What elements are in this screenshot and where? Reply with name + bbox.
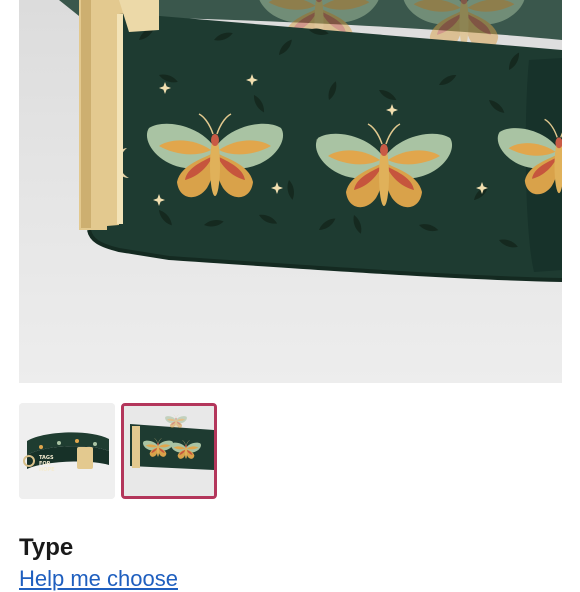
help-me-choose-link[interactable]: Help me choose — [19, 566, 178, 592]
thumbnail-2-selected[interactable] — [121, 403, 217, 499]
thumbnail-brand-line-3: HOPE — [39, 467, 55, 473]
collar-closeup-thumbnail — [124, 406, 214, 496]
butterfly-collar-photo — [59, 0, 562, 282]
main-product-image[interactable] — [19, 0, 562, 383]
collar-thumbnail: TAGS FOR HOPE — [19, 403, 115, 499]
thumbnail-1[interactable]: TAGS FOR HOPE — [19, 403, 115, 499]
type-section-title: Type — [19, 534, 74, 561]
